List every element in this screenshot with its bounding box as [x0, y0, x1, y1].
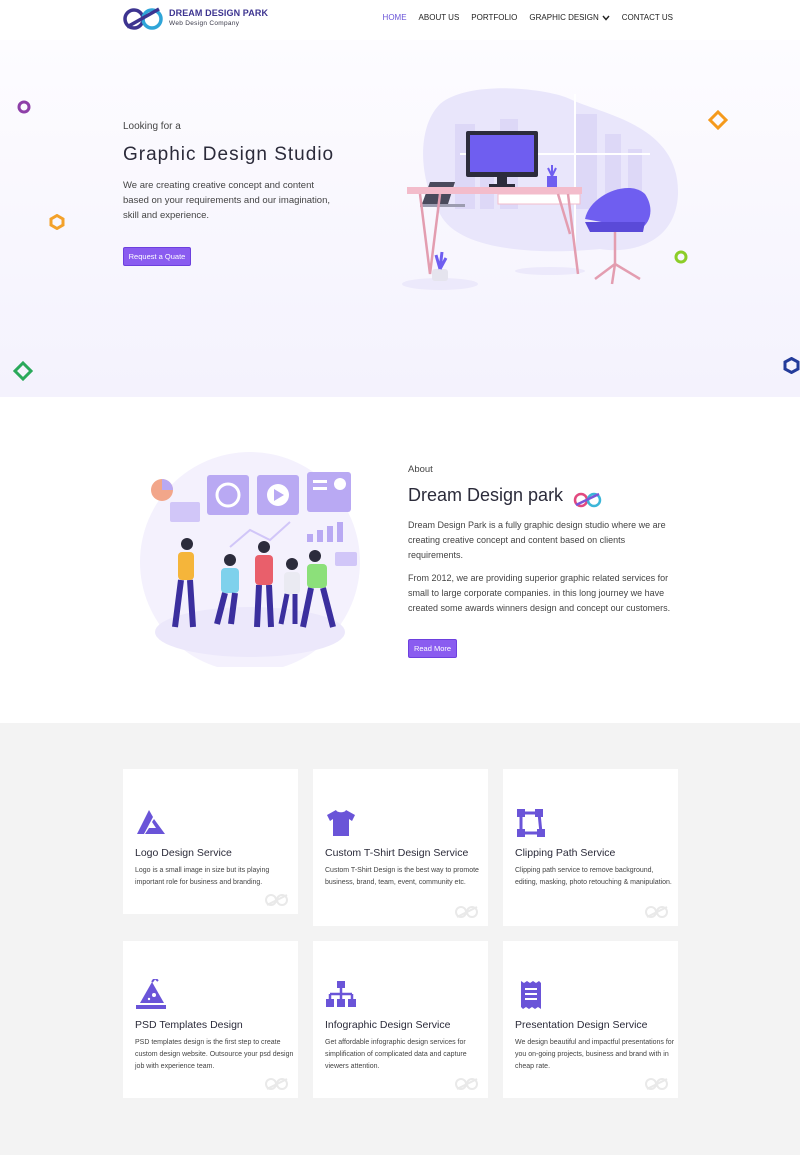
- brand-name: DREAM DESIGN PARK: [169, 8, 269, 18]
- service-card-clipping-path[interactable]: Clipping Path Service Clipping path serv…: [503, 769, 678, 926]
- service-description: We design beautiful and impactful presen…: [515, 1039, 675, 1070]
- service-description: Get affordable infographic design servic…: [325, 1039, 467, 1070]
- infinity-watermark-icon: [265, 894, 288, 906]
- nav-home[interactable]: HOME: [383, 13, 407, 22]
- diamond-shape-icon: [708, 110, 728, 130]
- services-section: Logo Design Service Logo is a small imag…: [0, 723, 800, 1155]
- about-paragraph-2: From 2012, we are providing superior gra…: [408, 573, 671, 613]
- service-title: Presentation Design Service: [515, 1019, 648, 1031]
- nav-portfolio[interactable]: PORTFOLIO: [471, 13, 517, 22]
- service-title: Infographic Design Service: [325, 1019, 451, 1031]
- service-card-psd-templates[interactable]: PSD Templates Design PSD templates desig…: [123, 941, 298, 1098]
- service-card-logo-design[interactable]: Logo Design Service Logo is a small imag…: [123, 769, 298, 914]
- service-card-tshirt-design[interactable]: Custom T-Shirt Design Service Custom T-S…: [313, 769, 488, 926]
- ring-shape-icon: [17, 100, 31, 114]
- about-section: About Dream Design park Dream Design Par…: [0, 397, 800, 723]
- about-title: Dream Design park: [408, 485, 564, 505]
- workspace-illustration: [402, 88, 679, 290]
- infinity-watermark-icon: [455, 1078, 478, 1090]
- infinity-logo-icon: [123, 7, 163, 30]
- brand-tagline: Web Design Company: [169, 20, 240, 27]
- diamond-shape-icon: [13, 361, 33, 381]
- infinity-watermark-icon: [645, 1078, 668, 1090]
- service-title: Clipping Path Service: [515, 847, 616, 859]
- site-logo[interactable]: DREAM DESIGN PARK Web Design Company: [123, 5, 268, 33]
- nav-contact-us[interactable]: CONTACT US: [622, 13, 673, 22]
- hero-description: We are creating creative concept and con…: [123, 180, 331, 221]
- infinity-logo-icon: [573, 492, 602, 508]
- service-title: PSD Templates Design: [135, 1019, 243, 1031]
- service-title: Logo Design Service: [135, 847, 232, 859]
- infinity-watermark-icon: [265, 1078, 288, 1090]
- triangle-logo-icon: [137, 810, 165, 834]
- service-description: Logo is a small image in size but its pl…: [135, 867, 270, 886]
- receipt-document-icon: [521, 981, 541, 1009]
- hero-title: Graphic Design Studio: [123, 144, 335, 165]
- infinity-watermark-icon: [645, 906, 668, 918]
- hero-section: Looking for a Graphic Design Studio We a…: [0, 40, 800, 397]
- hexagon-shape-icon: [783, 357, 800, 374]
- service-card-presentation[interactable]: Presentation Design Service We design be…: [503, 941, 678, 1098]
- tshirt-icon: [327, 810, 355, 836]
- nav-about-us[interactable]: ABOUT US: [419, 13, 460, 22]
- chevron-down-icon: [602, 15, 610, 21]
- nav-graphic-design[interactable]: GRAPHIC DESIGN: [529, 13, 610, 22]
- hero-eyebrow: Looking for a: [123, 121, 181, 132]
- service-title: Custom T-Shirt Design Service: [325, 847, 469, 859]
- service-description: Clipping path service to remove backgrou…: [515, 867, 672, 886]
- infinity-watermark-icon: [455, 906, 478, 918]
- read-more-button[interactable]: Read More: [408, 639, 457, 658]
- about-paragraph-1: Dream Design Park is a fully graphic des…: [408, 520, 666, 560]
- psd-wizard-hat-icon: [136, 979, 166, 1009]
- request-quote-button[interactable]: Request a Quate: [123, 247, 191, 266]
- clipping-path-icon: [517, 809, 545, 837]
- service-description: Custom T-Shirt Design is the best way to…: [325, 867, 479, 886]
- sitemap-icon: [326, 981, 356, 1007]
- about-eyebrow: About: [408, 464, 433, 475]
- service-description: PSD templates design is the first step t…: [135, 1039, 294, 1070]
- service-card-infographic[interactable]: Infographic Design Service Get affordabl…: [313, 941, 488, 1098]
- main-menu: HOME ABOUT US PORTFOLIO GRAPHIC DESIGN C…: [383, 13, 673, 22]
- top-navbar: DREAM DESIGN PARK Web Design Company HOM…: [0, 0, 800, 40]
- hexagon-shape-icon: [49, 214, 65, 230]
- team-illustration: [140, 452, 360, 667]
